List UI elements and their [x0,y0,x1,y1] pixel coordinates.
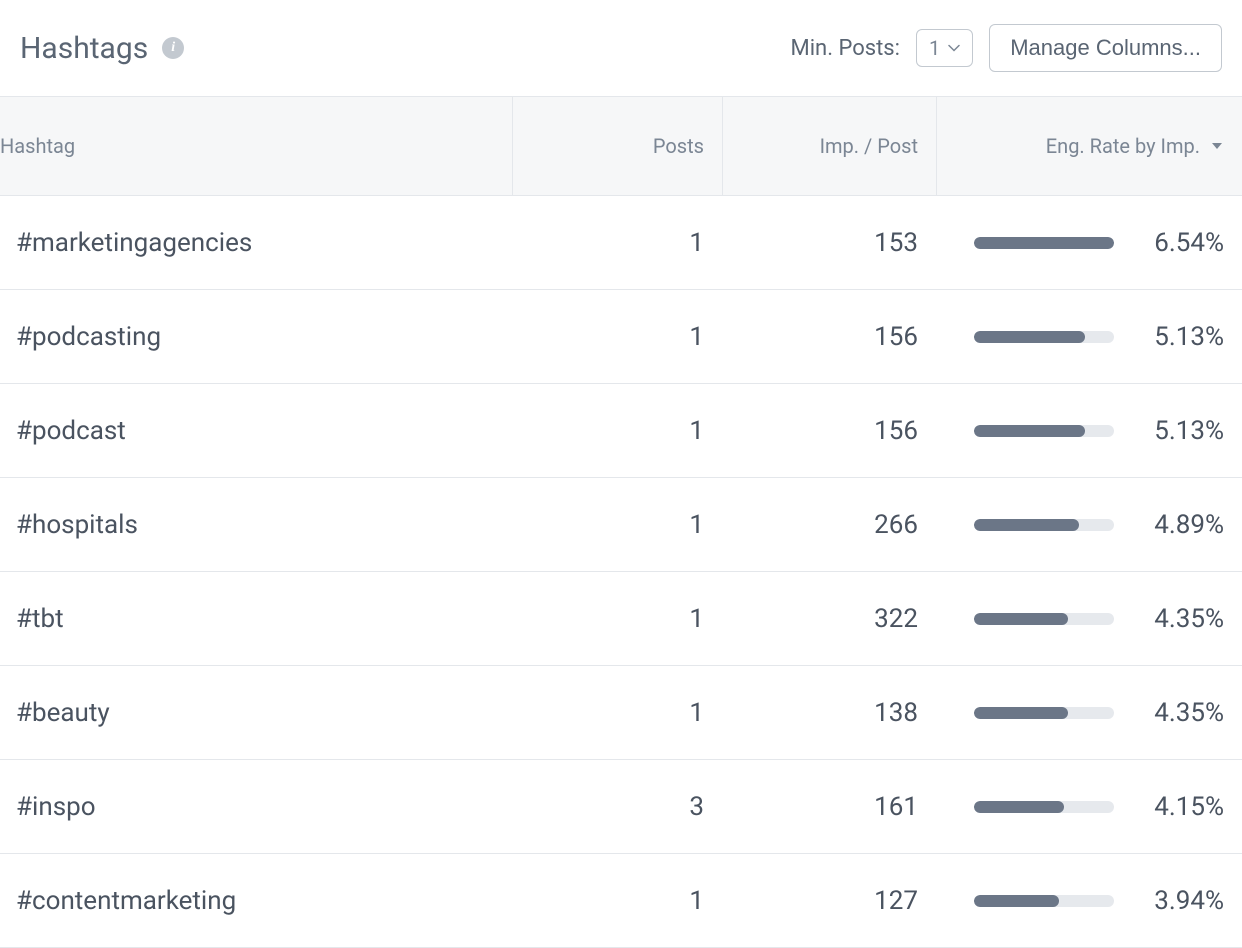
cell-hashtag: #contentmarketing [0,886,512,916]
eng-rate-value: 5.13% [1134,322,1224,352]
cell-posts: 3 [512,792,722,822]
eng-rate-bar-fill [974,801,1064,813]
eng-rate-bar [974,331,1114,343]
min-posts-label: Min. Posts: [791,36,900,61]
cell-eng-rate: 4.89% [936,510,1242,540]
eng-rate-bar [974,519,1114,531]
eng-rate-value: 3.94% [1134,886,1224,916]
cell-hashtag: #podcasting [0,322,512,352]
eng-rate-bar-fill [974,237,1114,249]
cell-posts: 1 [512,604,722,634]
cell-hashtag: #tbt [0,604,512,634]
eng-rate-bar [974,707,1114,719]
table-row[interactable]: #hospitals1266 4.89% [0,478,1242,572]
caret-down-icon [1210,141,1224,151]
cell-hashtag: #podcast [0,416,512,446]
table-row[interactable]: #podcasting1156 5.13% [0,290,1242,384]
cell-eng-rate: 6.54% [936,228,1242,258]
cell-eng-rate: 4.35% [936,604,1242,634]
column-header-eng-rate-label: Eng. Rate by Imp. [1046,134,1200,158]
eng-rate-value: 5.13% [1134,416,1224,446]
cell-eng-rate: 5.13% [936,416,1242,446]
table-row[interactable]: #tbt1322 4.35% [0,572,1242,666]
eng-rate-value: 4.35% [1134,698,1224,728]
eng-rate-value: 4.35% [1134,604,1224,634]
eng-rate-bar-fill [974,519,1079,531]
header-right: Min. Posts: 1 Manage Columns... [791,24,1223,72]
table-row[interactable]: #podcast1156 5.13% [0,384,1242,478]
cell-posts: 1 [512,322,722,352]
table-row[interactable]: #beauty1138 4.35% [0,666,1242,760]
header-left: Hashtags i [20,31,184,66]
manage-columns-button[interactable]: Manage Columns... [989,24,1222,72]
eng-rate-bar-fill [974,331,1085,343]
cell-hashtag: #hospitals [0,510,512,540]
cell-eng-rate: 4.35% [936,698,1242,728]
cell-hashtag: #marketingagencies [0,228,512,258]
column-header-eng-rate[interactable]: Eng. Rate by Imp. [936,97,1242,195]
cell-imp-per-post: 266 [722,510,936,540]
eng-rate-bar [974,613,1114,625]
cell-imp-per-post: 161 [722,792,936,822]
cell-hashtag: #inspo [0,792,512,822]
min-posts-select[interactable]: 1 [916,29,973,67]
panel-header: Hashtags i Min. Posts: 1 Manage Columns.… [0,0,1242,96]
cell-posts: 1 [512,510,722,540]
table-header: Hashtag Posts Imp. / Post Eng. Rate by I… [0,96,1242,196]
table-row[interactable]: #marketingagencies1153 6.54% [0,196,1242,290]
cell-imp-per-post: 322 [722,604,936,634]
table-body: #marketingagencies11536.54%#podcasting11… [0,196,1242,948]
column-header-hashtag[interactable]: Hashtag [0,134,512,158]
eng-rate-value: 4.89% [1134,510,1224,540]
cell-posts: 1 [512,886,722,916]
cell-imp-per-post: 156 [722,322,936,352]
eng-rate-value: 4.15% [1134,792,1224,822]
cell-posts: 1 [512,698,722,728]
cell-posts: 1 [512,228,722,258]
cell-eng-rate: 4.15% [936,792,1242,822]
page-title: Hashtags [20,31,148,66]
eng-rate-bar-fill [974,613,1068,625]
eng-rate-bar-fill [974,425,1085,437]
column-header-imp[interactable]: Imp. / Post [722,97,936,195]
eng-rate-bar [974,237,1114,249]
eng-rate-bar [974,425,1114,437]
table-row[interactable]: #contentmarketing1127 3.94% [0,854,1242,948]
eng-rate-bar-fill [974,707,1068,719]
cell-imp-per-post: 156 [722,416,936,446]
cell-imp-per-post: 153 [722,228,936,258]
info-icon[interactable]: i [162,37,184,59]
cell-imp-per-post: 127 [722,886,936,916]
cell-eng-rate: 5.13% [936,322,1242,352]
cell-posts: 1 [512,416,722,446]
eng-rate-bar [974,895,1114,907]
eng-rate-value: 6.54% [1134,228,1224,258]
cell-hashtag: #beauty [0,698,512,728]
eng-rate-bar-fill [974,895,1059,907]
chevron-down-icon [948,44,960,52]
eng-rate-bar [974,801,1114,813]
cell-eng-rate: 3.94% [936,886,1242,916]
min-posts-value: 1 [929,36,940,60]
column-header-posts[interactable]: Posts [512,97,722,195]
cell-imp-per-post: 138 [722,698,936,728]
table-row[interactable]: #inspo3161 4.15% [0,760,1242,854]
